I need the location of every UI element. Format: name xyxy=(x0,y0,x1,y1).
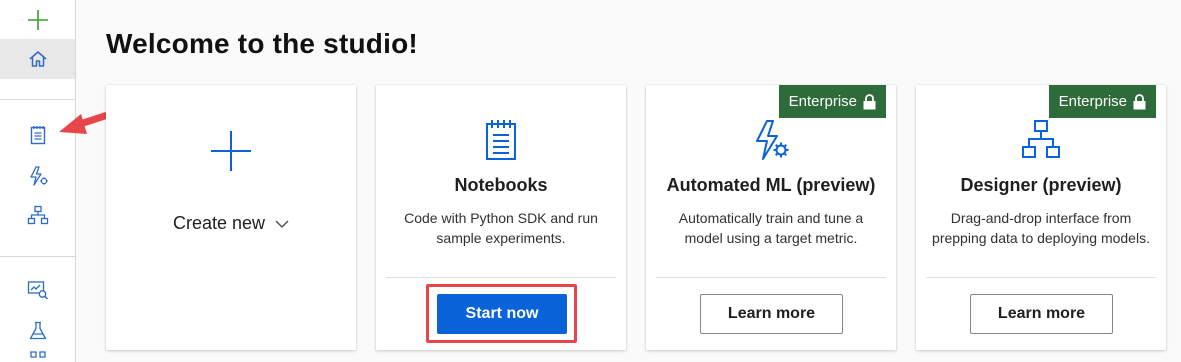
automated-ml-icon xyxy=(29,166,48,186)
experiments-nav-button[interactable] xyxy=(0,311,75,351)
experiments-icon xyxy=(29,321,46,340)
designer-card: Enterprise Designer (preview) Drag-and-d… xyxy=(916,85,1166,350)
automated-ml-heading: Automated ML (preview) xyxy=(666,175,876,195)
chevron-down-icon xyxy=(275,220,289,228)
plus-icon xyxy=(27,10,48,30)
home-icon xyxy=(29,51,46,67)
annotation-highlight-box xyxy=(426,284,577,343)
sidebar-divider xyxy=(0,256,75,257)
grid-icon xyxy=(29,351,46,358)
notebooks-heading: Notebooks xyxy=(454,175,548,195)
designer-nav-button[interactable] xyxy=(0,195,75,235)
create-new-card[interactable]: Create new xyxy=(106,85,356,350)
designer-icon xyxy=(1022,120,1060,158)
datasets-icon xyxy=(27,281,48,300)
designer-icon xyxy=(27,205,48,225)
card-divider xyxy=(926,277,1156,278)
automated-ml-nav-button[interactable] xyxy=(0,156,75,196)
datasets-nav-button[interactable] xyxy=(0,270,75,310)
left-nav xyxy=(0,0,76,362)
create-new-label: Create new xyxy=(172,213,266,233)
enterprise-badge-label: Enterprise xyxy=(788,93,857,110)
enterprise-badge: Enterprise xyxy=(778,85,886,118)
automated-ml-description: Automatically train and tune a model usi… xyxy=(678,210,864,246)
plus-icon xyxy=(211,131,251,171)
page-title: Welcome to the studio! xyxy=(106,28,418,59)
home-nav-button[interactable] xyxy=(0,39,75,79)
create-new-dropdown[interactable]: Create new xyxy=(106,213,356,234)
enterprise-badge-label: Enterprise xyxy=(1058,93,1127,110)
automated-ml-card: Enterprise Automated ML (preview) Automa… xyxy=(646,85,896,350)
learn-more-button[interactable]: Learn more xyxy=(970,294,1113,334)
lock-icon xyxy=(1133,93,1146,109)
create-new-nav-button[interactable] xyxy=(0,0,75,40)
automated-ml-icon xyxy=(756,120,789,160)
enterprise-badge: Enterprise xyxy=(1048,85,1156,118)
more-nav-button[interactable] xyxy=(0,350,75,362)
notebooks-description: Code with Python SDK and run sample expe… xyxy=(404,210,598,246)
notebook-icon xyxy=(30,126,45,145)
notebook-icon xyxy=(486,120,516,160)
designer-heading: Designer (preview) xyxy=(960,175,1122,195)
learn-more-button[interactable]: Learn more xyxy=(700,294,843,334)
lock-icon xyxy=(863,93,876,109)
designer-description: Drag-and-drop interface from prepping da… xyxy=(932,210,1150,246)
card-divider xyxy=(656,277,886,278)
card-divider xyxy=(386,277,616,278)
